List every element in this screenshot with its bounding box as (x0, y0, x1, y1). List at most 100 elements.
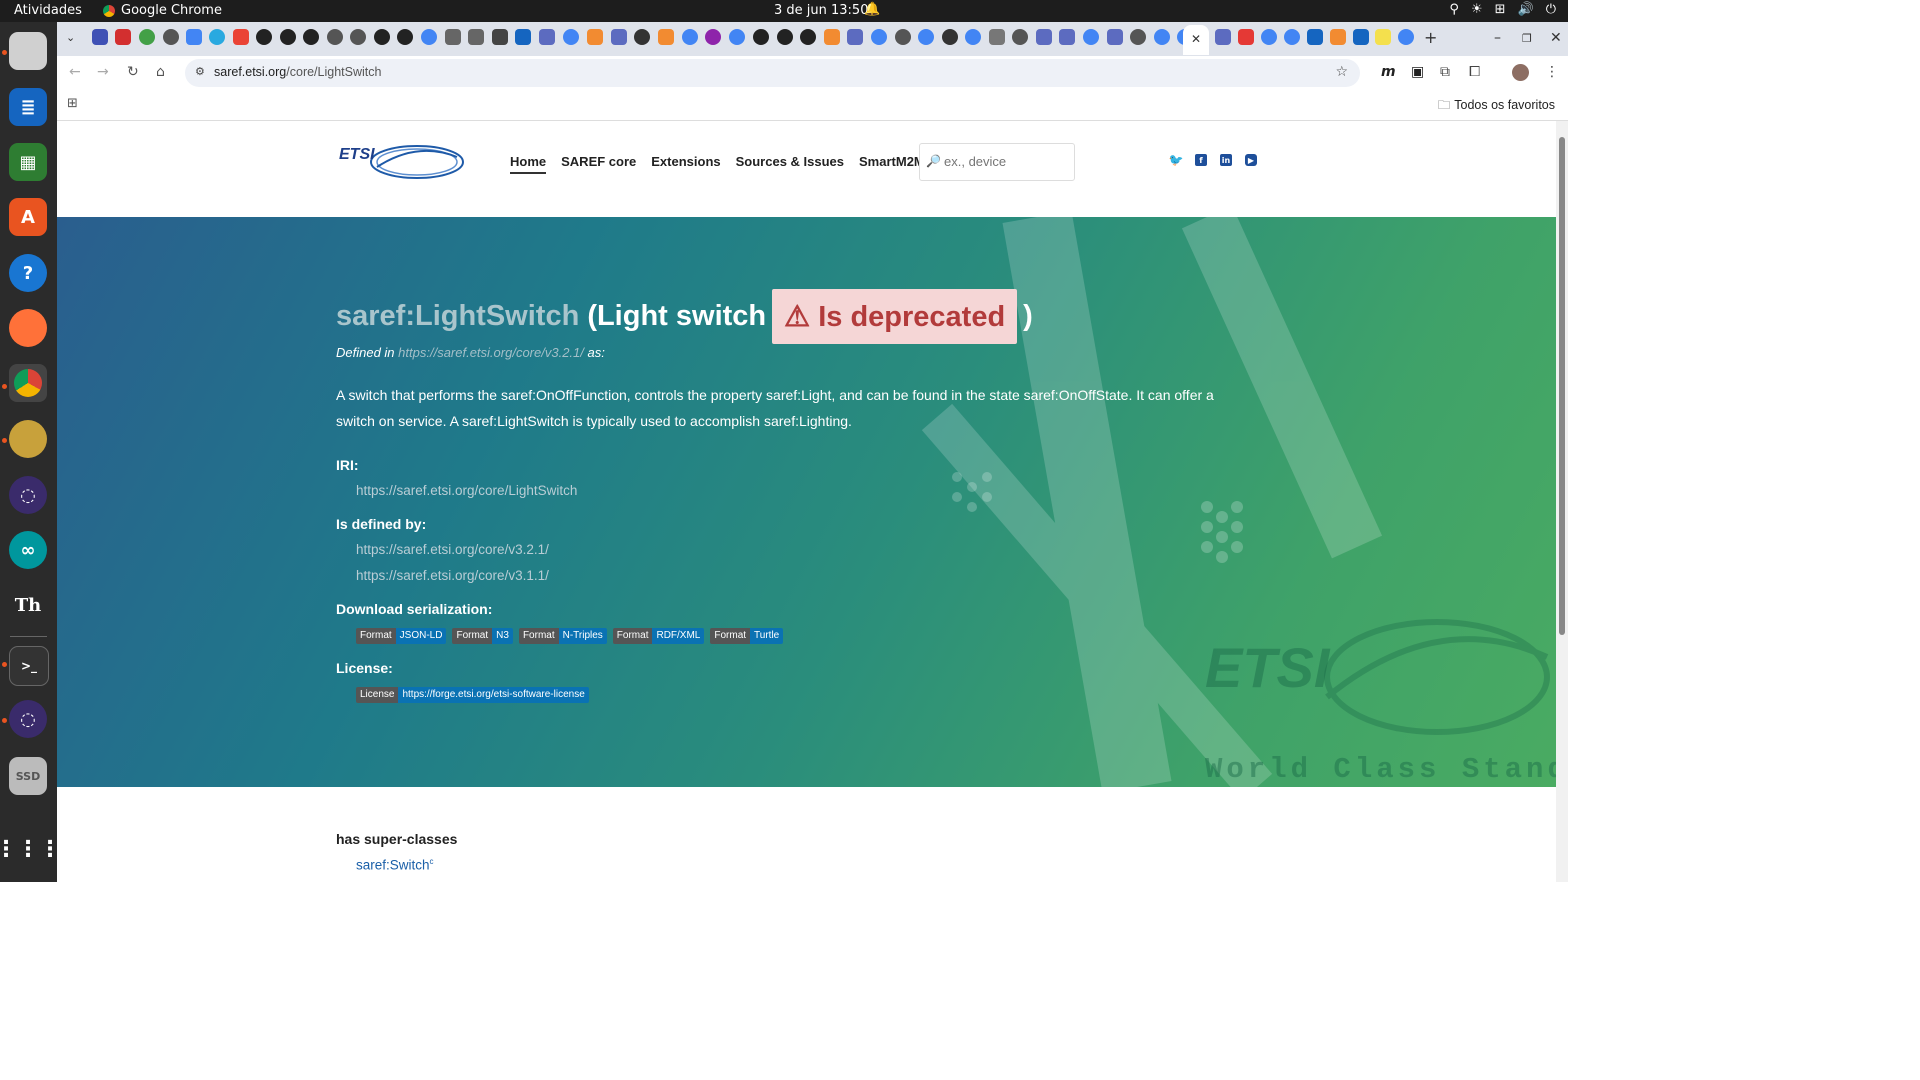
extension-reader-icon[interactable]: ▣ (1411, 64, 1424, 80)
reload-icon[interactable]: ↻ (127, 64, 139, 80)
back-icon[interactable]: ← (69, 64, 81, 80)
app-center-icon[interactable]: A (9, 198, 47, 236)
ssd-drive-icon[interactable]: SSD (9, 757, 47, 795)
tab-favicon[interactable] (280, 29, 296, 45)
nav-home[interactable]: Home (510, 154, 547, 174)
format-badge-jsonld[interactable]: Format JSON-LD (356, 628, 447, 644)
tab-favicon[interactable] (445, 29, 461, 45)
tab-favicon[interactable] (163, 29, 179, 45)
tab-favicon[interactable] (1012, 29, 1028, 45)
tab-favicon[interactable] (1261, 29, 1277, 45)
tab-favicon[interactable] (350, 29, 366, 45)
tab-favicon[interactable] (1130, 29, 1146, 45)
twitter-icon[interactable]: 🐦 (1169, 153, 1184, 167)
new-tab-button[interactable]: + (1424, 28, 1437, 47)
brightness-icon[interactable]: ☀ (1471, 2, 1483, 17)
eclipse-icon[interactable]: ◌ (9, 476, 47, 514)
tab-favicon[interactable] (753, 29, 769, 45)
tab-favicon[interactable] (1398, 29, 1414, 45)
site-search[interactable]: 🔎 (919, 143, 1075, 181)
page-scrollbar[interactable] (1556, 121, 1568, 882)
volume-icon[interactable]: 🔊 (1518, 2, 1534, 17)
bookmark-star-icon[interactable]: ☆ (1335, 64, 1348, 80)
tab-favicon[interactable] (563, 29, 579, 45)
accessibility-icon[interactable]: ⚲ (1449, 2, 1459, 17)
tab-favicon[interactable] (942, 29, 958, 45)
tab-favicon[interactable] (421, 29, 437, 45)
tab-favicon[interactable] (256, 29, 272, 45)
format-badge-ntriples[interactable]: Format N-Triples (518, 628, 607, 644)
tab-favicon[interactable] (515, 29, 531, 45)
tab-favicon[interactable] (777, 29, 793, 45)
youtube-icon[interactable]: ▶ (1245, 154, 1257, 166)
tab-favicon[interactable] (895, 29, 911, 45)
tab-favicon[interactable] (1107, 29, 1123, 45)
tab-favicon[interactable] (1036, 29, 1052, 45)
chrome-dock-icon[interactable] (9, 364, 47, 402)
restore-button[interactable]: ❐ (1522, 32, 1532, 45)
tab-favicon[interactable] (397, 29, 413, 45)
tab-favicon[interactable] (139, 29, 155, 45)
apps-grid-icon[interactable]: ⊞ (67, 96, 78, 111)
tab-favicon[interactable] (1330, 29, 1346, 45)
tab-favicon[interactable] (1353, 29, 1369, 45)
iri-link[interactable]: https://saref.etsi.org/core/LightSwitch (356, 483, 577, 498)
tab-favicon[interactable] (1059, 29, 1075, 45)
system-tray[interactable]: ⚲ ☀ ⊞ 🔊 ⏻ (1449, 2, 1556, 17)
extension-m-icon[interactable]: m (1381, 64, 1396, 80)
linkedin-icon[interactable]: in (1220, 154, 1232, 166)
tab-favicon[interactable] (1238, 29, 1254, 45)
power-icon[interactable]: ⏻ (1546, 2, 1556, 17)
firefox-icon[interactable] (9, 309, 47, 347)
minimize-button[interactable]: – (1494, 30, 1501, 46)
tab-favicon[interactable] (233, 29, 249, 45)
tab-favicon[interactable] (1284, 29, 1300, 45)
nav-extensions[interactable]: Extensions (651, 154, 720, 174)
etsi-logo[interactable]: ETSI (337, 141, 465, 181)
menu-kebab-icon[interactable]: ⋮ (1545, 64, 1559, 80)
activities-button[interactable]: Atividades (14, 3, 82, 18)
tab-favicon[interactable] (492, 29, 508, 45)
tab-favicon[interactable] (989, 29, 1005, 45)
nav-smartm2m[interactable]: SmartM2M (859, 154, 925, 174)
tab-favicon[interactable] (1307, 29, 1323, 45)
tab-favicon[interactable] (1154, 29, 1170, 45)
tab-favicon[interactable] (209, 29, 225, 45)
terminal-icon[interactable]: >_ (9, 646, 49, 686)
extension-copy-icon[interactable]: ⧉ (1440, 64, 1450, 80)
tab-favicon[interactable] (634, 29, 650, 45)
tab-active[interactable]: ✕ (1183, 25, 1209, 55)
arduino-icon[interactable]: ∞ (9, 531, 47, 569)
defined-by-link[interactable]: https://saref.etsi.org/core/v3.2.1/ (356, 542, 549, 557)
defined-in-link[interactable]: https://saref.etsi.org/core/v3.2.1/ (398, 345, 584, 360)
active-app-menu[interactable]: Google Chrome (103, 3, 222, 18)
tab-favicon[interactable] (611, 29, 627, 45)
superclass-link[interactable]: saref:Switchc (356, 857, 434, 873)
search-input[interactable] (942, 153, 1072, 170)
tab-favicon[interactable] (539, 29, 555, 45)
facebook-icon[interactable]: f (1195, 154, 1207, 166)
tab-favicon[interactable] (374, 29, 390, 45)
tab-favicon[interactable] (303, 29, 319, 45)
license-badge[interactable]: License https://forge.etsi.org/etsi-softw… (356, 687, 589, 703)
forward-icon[interactable]: → (97, 64, 109, 80)
show-apps-icon[interactable]: ⋮⋮⋮ (0, 830, 61, 868)
profile-avatar[interactable] (1512, 64, 1529, 81)
tab-favicon[interactable] (705, 29, 721, 45)
tab-favicon[interactable] (468, 29, 484, 45)
teapot-icon[interactable] (9, 420, 47, 458)
help-icon[interactable]: ? (9, 254, 47, 292)
tab-favicon[interactable] (682, 29, 698, 45)
writer-icon[interactable]: ≣ (9, 88, 47, 126)
home-icon[interactable]: ⌂ (156, 64, 165, 80)
close-window-button[interactable]: ✕ (1550, 30, 1562, 46)
tab-favicon[interactable] (115, 29, 131, 45)
calc-icon[interactable]: ▦ (9, 143, 47, 181)
nav-saref-core[interactable]: SAREF core (561, 154, 636, 174)
tab-favicon[interactable] (186, 29, 202, 45)
url-text[interactable]: saref.etsi.org/core/LightSwitch (214, 65, 381, 79)
tab-favicon[interactable] (847, 29, 863, 45)
tab-favicon[interactable] (658, 29, 674, 45)
clock[interactable]: 3 de jun 13:50 (774, 3, 868, 18)
tab-favicon[interactable] (729, 29, 745, 45)
